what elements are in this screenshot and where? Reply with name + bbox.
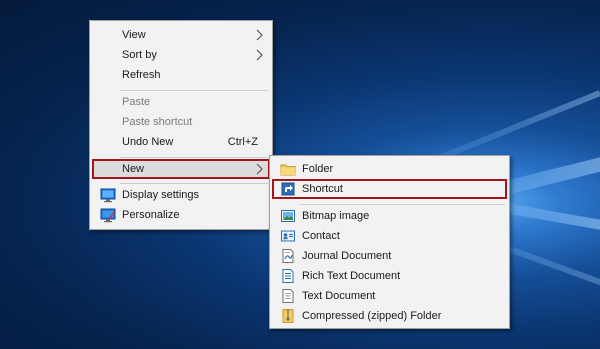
- menu-item-label: Paste shortcut: [122, 116, 193, 128]
- menu-item-personalize[interactable]: Personalize: [92, 205, 270, 225]
- submenu-item-label: Journal Document: [302, 250, 392, 262]
- menu-separator: [120, 183, 268, 184]
- display-settings-icon: [100, 188, 116, 203]
- submenu-item-label: Text Document: [302, 290, 376, 302]
- submenu-item-compressed-folder[interactable]: Compressed (zipped) Folder: [272, 306, 507, 326]
- folder-icon: [280, 164, 296, 176]
- submenu-item-label: Bitmap image: [302, 210, 370, 222]
- keyboard-shortcut: Ctrl+Z: [227, 136, 258, 148]
- submenu-item-label: Shortcut: [302, 183, 343, 195]
- chevron-right-icon: [256, 163, 263, 175]
- bitmap-image-icon: [281, 210, 295, 222]
- submenu-item-label: Compressed (zipped) Folder: [302, 310, 442, 322]
- chevron-right-icon: [256, 49, 263, 61]
- menu-item-new[interactable]: New: [92, 159, 270, 179]
- menu-item-label: View: [122, 29, 146, 41]
- new-submenu: Folder Shortcut Bitmap image Contact Jou…: [269, 155, 510, 329]
- chevron-right-icon: [256, 29, 263, 41]
- menu-item-sort-by[interactable]: Sort by: [92, 45, 270, 65]
- submenu-item-label: Contact: [302, 230, 340, 242]
- menu-item-undo-new[interactable]: Undo New Ctrl+Z: [92, 132, 270, 152]
- shortcut-icon: [281, 182, 295, 196]
- menu-item-label: Refresh: [122, 69, 161, 81]
- submenu-item-label: Folder: [302, 163, 334, 175]
- desktop-context-menu: View Sort by Refresh Paste Paste shortcu…: [89, 20, 273, 230]
- menu-item-label: Personalize: [122, 209, 180, 221]
- contact-icon: [281, 230, 295, 242]
- submenu-item-text-document[interactable]: Text Document: [272, 286, 507, 306]
- submenu-item-label: Rich Text Document: [302, 270, 401, 282]
- menu-separator: [120, 157, 268, 158]
- zip-folder-icon: [282, 309, 294, 323]
- submenu-item-bitmap-image[interactable]: Bitmap image: [272, 206, 507, 226]
- submenu-item-shortcut[interactable]: Shortcut: [272, 179, 507, 199]
- text-document-icon: [282, 289, 294, 303]
- submenu-item-journal-document[interactable]: Journal Document: [272, 246, 507, 266]
- menu-item-display-settings[interactable]: Display settings: [92, 185, 270, 205]
- menu-item-label: Paste: [122, 96, 151, 108]
- menu-item-label: Display settings: [122, 189, 200, 201]
- submenu-item-folder[interactable]: Folder: [272, 159, 507, 179]
- submenu-item-contact[interactable]: Contact: [272, 226, 507, 246]
- menu-item-label: Undo New: [122, 136, 174, 148]
- menu-item-label: Sort by: [122, 49, 157, 61]
- menu-separator: [120, 90, 268, 91]
- menu-item-paste[interactable]: Paste: [92, 92, 270, 112]
- personalize-icon: [100, 208, 116, 223]
- journal-document-icon: [282, 249, 294, 263]
- menu-item-view[interactable]: View: [92, 25, 270, 45]
- menu-item-label: New: [122, 163, 145, 175]
- submenu-item-rich-text-document[interactable]: Rich Text Document: [272, 266, 507, 286]
- menu-item-paste-shortcut[interactable]: Paste shortcut: [92, 112, 270, 132]
- rich-text-document-icon: [282, 269, 294, 283]
- menu-separator: [300, 204, 505, 205]
- menu-item-refresh[interactable]: Refresh: [92, 65, 270, 85]
